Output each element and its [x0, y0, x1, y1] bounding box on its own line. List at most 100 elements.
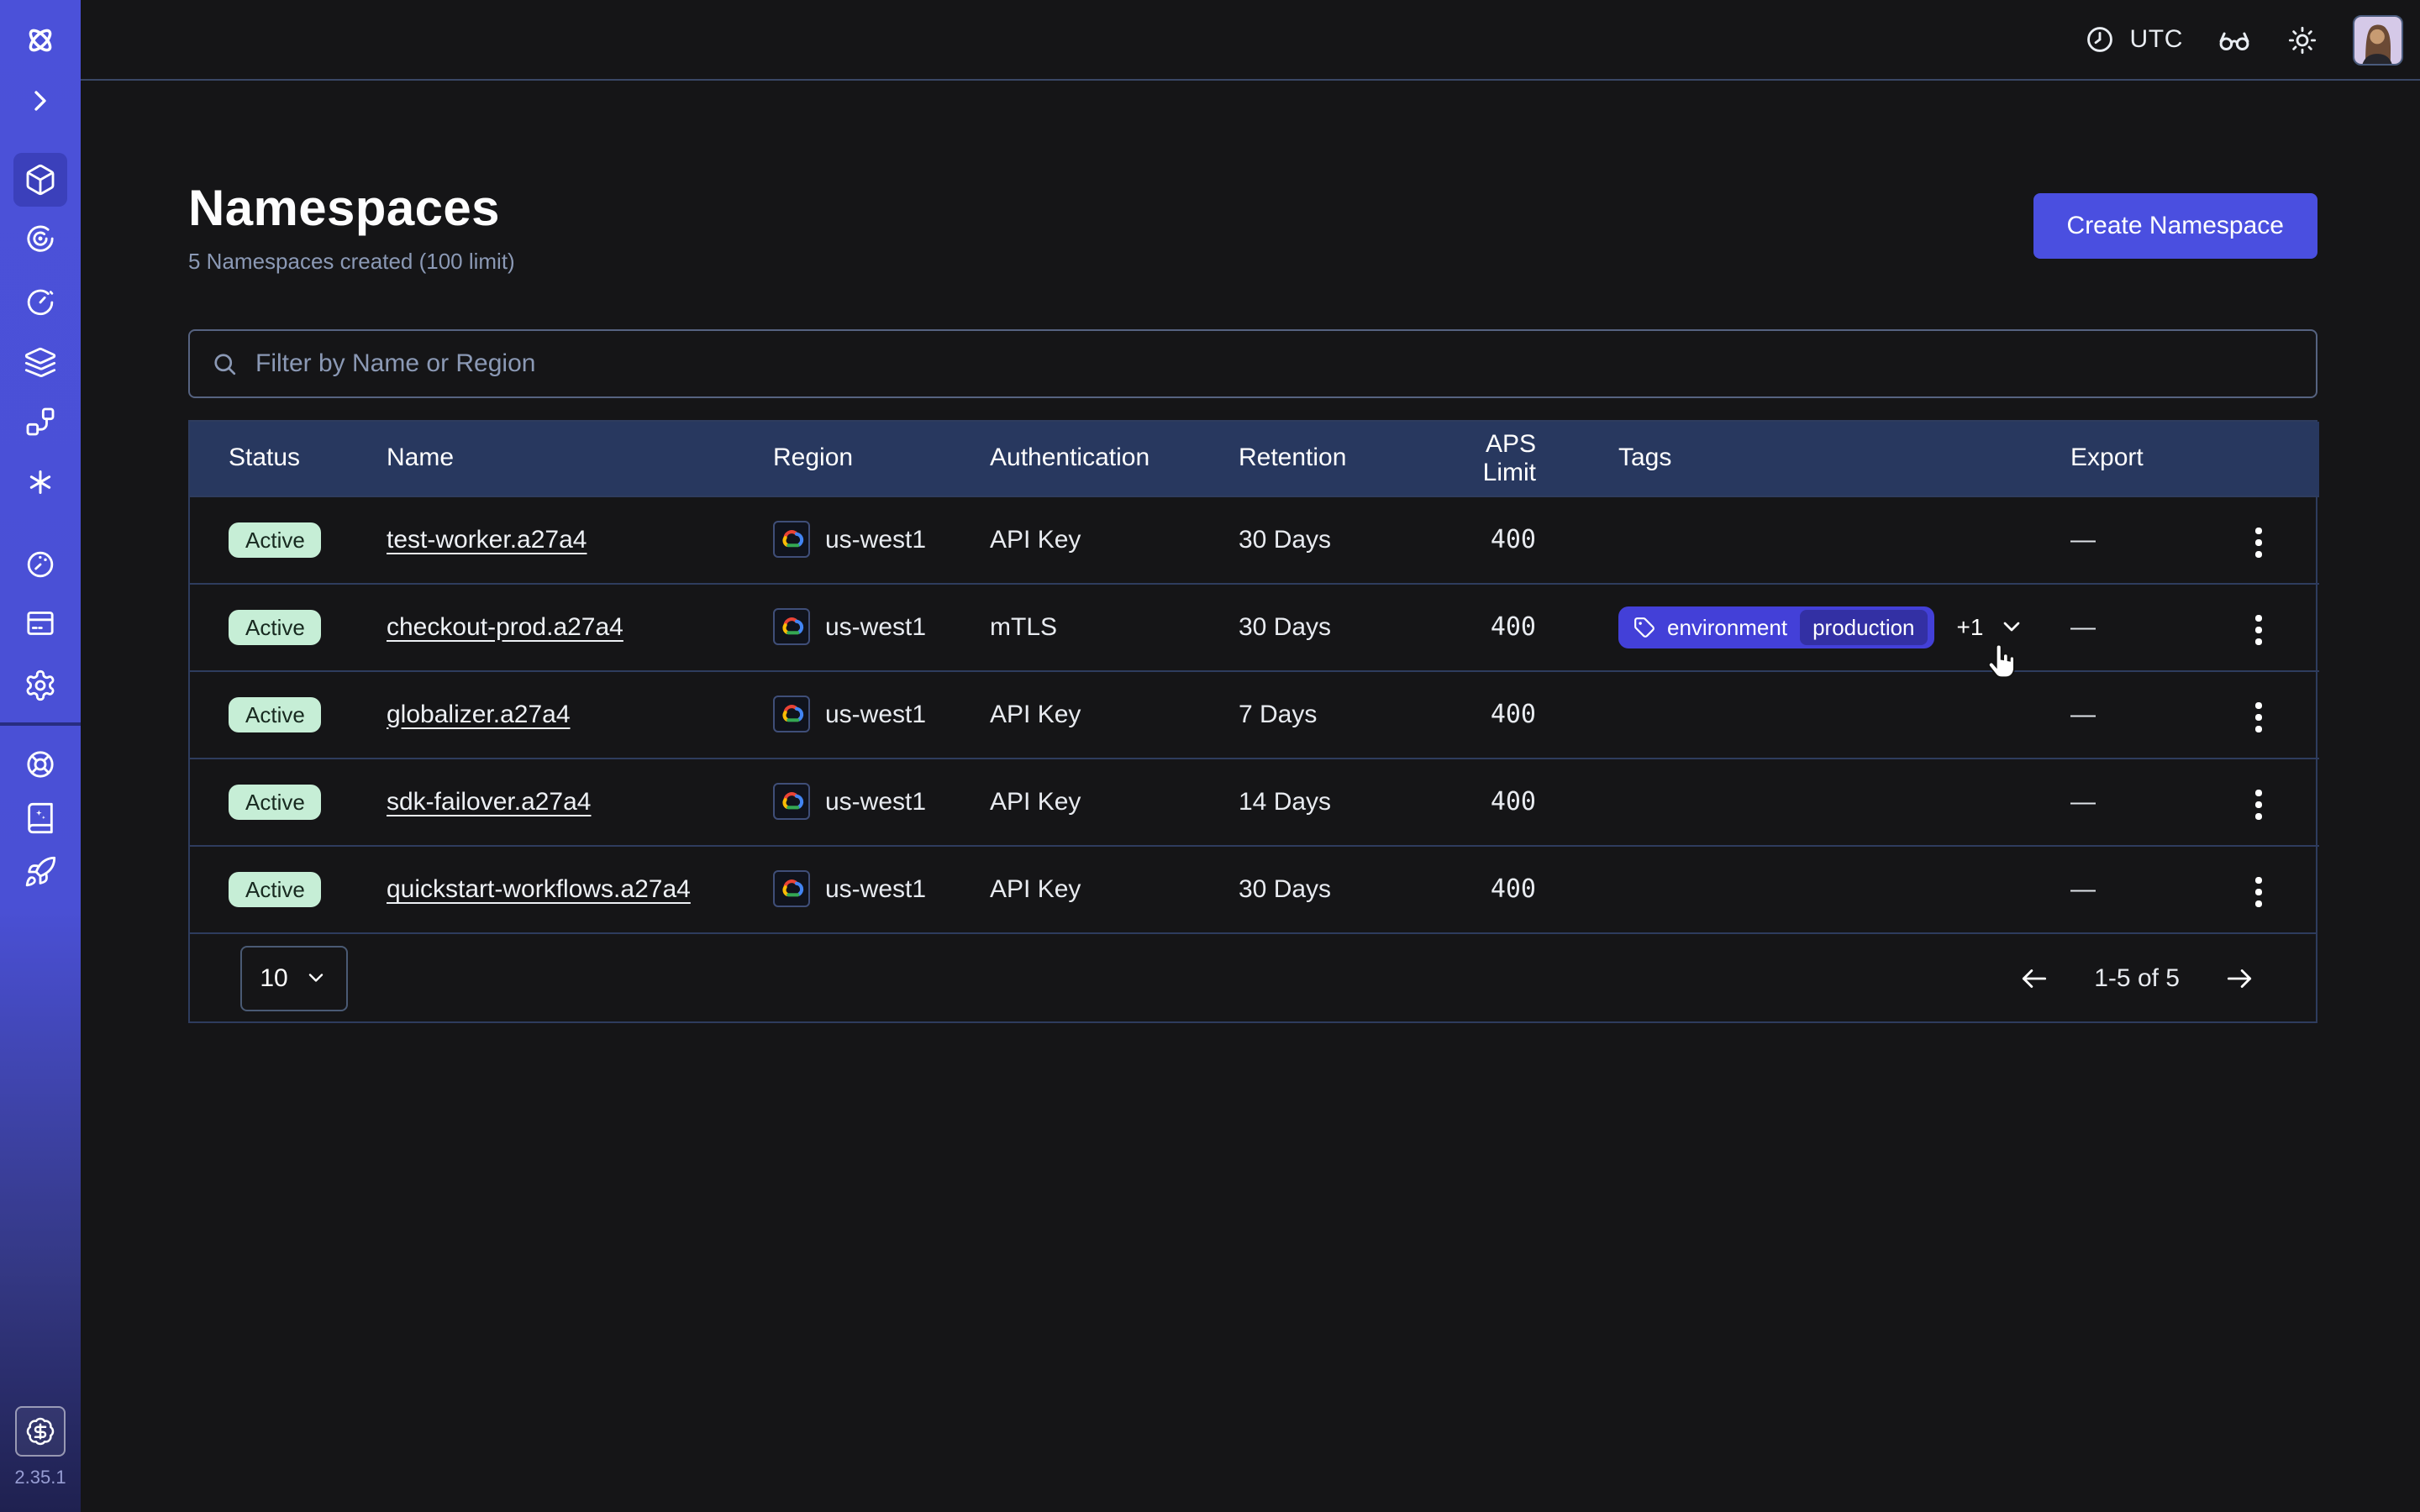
labs-glasses-icon[interactable]	[2217, 22, 2252, 57]
aps-limit-value: 400	[1430, 496, 1558, 583]
timezone-selector[interactable]: UTC	[2085, 24, 2183, 55]
export-value: —	[2070, 496, 2198, 583]
col-aps-limit: APS Limit	[1430, 422, 1558, 496]
app-version: 2.35.1	[0, 1468, 81, 1488]
export-value: —	[2070, 583, 2198, 670]
tag-value: production	[1799, 609, 1928, 644]
tag-group: environment production +1	[1618, 606, 2070, 648]
cube-icon	[24, 163, 57, 197]
col-name: Name	[387, 422, 773, 496]
status-badge: Active	[229, 609, 322, 644]
sidebar: 2.35.1	[0, 0, 81, 1512]
col-actions	[2198, 422, 2319, 496]
gcp-cloud-icon	[773, 696, 810, 732]
row-menu-button[interactable]	[2246, 692, 2272, 742]
table-row: Active quickstart-workflows.a27a4 us-wes…	[190, 845, 2319, 932]
sidebar-item-support[interactable]	[0, 748, 81, 781]
prev-page-button[interactable]	[2018, 962, 2050, 994]
filter-bar	[188, 329, 2317, 398]
tag-chip[interactable]: environment production	[1618, 606, 1935, 648]
user-avatar[interactable]	[2353, 14, 2403, 65]
status-badge: Active	[229, 696, 322, 732]
auth-label: mTLS	[990, 583, 1239, 670]
export-value: —	[2070, 758, 2198, 845]
aps-limit-value: 400	[1430, 845, 1558, 932]
timezone-label: UTC	[2130, 25, 2183, 54]
page-range-label: 1-5 of 5	[2094, 963, 2180, 992]
chevron-down-icon	[305, 966, 329, 990]
sidebar-item-docs[interactable]	[0, 801, 81, 835]
tag-expand-chevron-icon[interactable]	[1998, 613, 2025, 640]
status-badge: Active	[229, 872, 322, 907]
sidebar-item-billing[interactable]	[0, 606, 81, 640]
sidebar-item-settings[interactable]	[0, 669, 81, 702]
export-value: —	[2070, 845, 2198, 932]
gcp-cloud-icon	[773, 608, 810, 645]
page-size-select[interactable]: 10	[240, 945, 348, 1011]
col-region: Region	[773, 422, 990, 496]
table-footer: 10 1-5 of 5	[190, 932, 2316, 1021]
credits-button[interactable]	[15, 1406, 66, 1457]
status-badge: Active	[229, 784, 322, 819]
table-row: Active test-worker.a27a4 us-west1 API Ke…	[190, 496, 2319, 583]
row-menu-button[interactable]	[2246, 605, 2272, 654]
retention-label: 30 Days	[1239, 845, 1430, 932]
temporal-logo-icon	[0, 22, 81, 59]
sidebar-item-gauge[interactable]	[0, 548, 81, 581]
sidebar-item-asterisk[interactable]	[0, 465, 81, 499]
retention-label: 30 Days	[1239, 583, 1430, 670]
next-page-button[interactable]	[2223, 962, 2255, 994]
aps-limit-value: 400	[1430, 758, 1558, 845]
aps-limit-value: 400	[1430, 583, 1558, 670]
row-menu-button[interactable]	[2246, 780, 2272, 829]
export-value: —	[2070, 670, 2198, 758]
gcp-cloud-icon	[773, 871, 810, 908]
col-export: Export	[2070, 422, 2198, 496]
namespace-link[interactable]: globalizer.a27a4	[387, 700, 571, 728]
app-root: 2.35.1 UTC	[0, 0, 2420, 1512]
sidebar-item-layers[interactable]	[0, 346, 81, 380]
main-area: Namespaces 5 Namespaces created (100 lim…	[81, 82, 2420, 1512]
sidebar-item-getting-started[interactable]	[0, 855, 81, 889]
col-authentication: Authentication	[990, 422, 1239, 496]
namespace-count-subtitle: 5 Namespaces created (100 limit)	[188, 249, 515, 274]
region-label: us-west1	[825, 787, 926, 816]
tag-icon	[1634, 616, 1655, 638]
retention-label: 30 Days	[1239, 496, 1430, 583]
namespace-link[interactable]: quickstart-workflows.a27a4	[387, 875, 691, 904]
auth-label: API Key	[990, 496, 1239, 583]
table-row: Active sdk-failover.a27a4 us-west1 API K…	[190, 758, 2319, 845]
gcp-cloud-icon	[773, 521, 810, 558]
retention-label: 7 Days	[1239, 670, 1430, 758]
filter-input[interactable]	[255, 349, 2296, 378]
sidebar-item-branch[interactable]	[0, 405, 81, 438]
tag-key: environment	[1667, 614, 1787, 639]
retention-label: 14 Days	[1239, 758, 1430, 845]
page-size-value: 10	[260, 963, 287, 992]
table-row: Active checkout-prod.a27a4 us-west1 mTLS…	[190, 583, 2319, 670]
status-badge: Active	[229, 522, 322, 557]
badge-dollar-icon	[25, 1416, 55, 1446]
row-menu-button[interactable]	[2246, 517, 2272, 567]
namespace-link[interactable]: sdk-failover.a27a4	[387, 787, 592, 816]
row-menu-button[interactable]	[2246, 868, 2272, 917]
table-header: Status Name Region Authentication Retent…	[190, 422, 2319, 496]
namespace-link[interactable]: checkout-prod.a27a4	[387, 612, 623, 641]
sidebar-expand-chevron-icon[interactable]	[0, 84, 81, 118]
namespaces-table: Status Name Region Authentication Retent…	[188, 420, 2317, 1023]
auth-label: API Key	[990, 845, 1239, 932]
sidebar-item-namespaces[interactable]	[13, 153, 67, 207]
sidebar-item-timer[interactable]	[0, 286, 81, 319]
create-namespace-button[interactable]: Create Namespace	[2033, 193, 2317, 259]
topbar: UTC	[81, 0, 2420, 81]
table-row: Active globalizer.a27a4 us-west1 API Key…	[190, 670, 2319, 758]
col-status: Status	[190, 422, 387, 496]
theme-toggle-sun-icon[interactable]	[2286, 23, 2319, 56]
namespace-link[interactable]: test-worker.a27a4	[387, 525, 587, 554]
sidebar-divider	[0, 722, 81, 726]
region-label: us-west1	[825, 875, 926, 904]
col-tags: Tags	[1558, 422, 2070, 496]
col-retention: Retention	[1239, 422, 1430, 496]
tag-more-count[interactable]: +1	[1957, 613, 1984, 640]
sidebar-item-spiral[interactable]	[0, 222, 81, 255]
